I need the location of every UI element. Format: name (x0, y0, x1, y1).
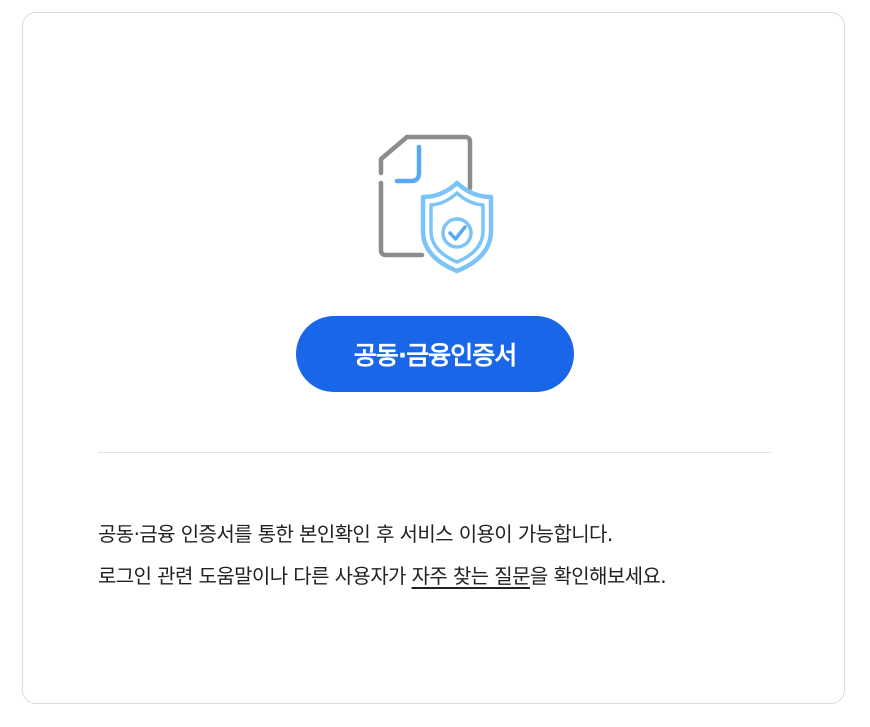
description-line-2-before: 로그인 관련 도움말이나 다른 사용자가 (98, 564, 412, 588)
description-line-2: 로그인 관련 도움말이나 다른 사용자가 자주 찾는 질문을 확인해보세요. (98, 555, 798, 597)
certificate-login-card: 공동·금융인증서 공동·금융 인증서를 통한 본인확인 후 서비스 이용이 가능… (22, 12, 845, 704)
description-line-2-after: 을 확인해보세요. (529, 564, 667, 588)
certificate-login-button[interactable]: 공동·금융인증서 (296, 316, 574, 392)
description-line-1: 공동·금융 인증서를 통한 본인확인 후 서비스 이용이 가능합니다. (98, 522, 613, 546)
faq-link[interactable]: 자주 찾는 질문 (412, 564, 531, 588)
description-text: 공동·금융 인증서를 통한 본인확인 후 서비스 이용이 가능합니다. 로그인 … (98, 513, 798, 597)
certificate-shield-icon (377, 133, 495, 283)
divider (98, 452, 771, 453)
